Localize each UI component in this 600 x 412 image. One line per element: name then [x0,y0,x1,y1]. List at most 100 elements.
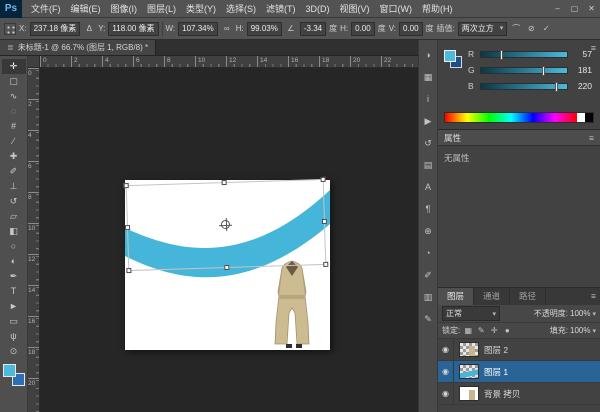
brush-presets-panel-icon[interactable]: ✐ [419,264,437,286]
blue-slider[interactable] [480,83,568,90]
history-panel-icon[interactable]: ↺ [419,132,437,154]
crop-tool[interactable]: # [2,119,26,134]
channels-panel-icon[interactable]: ▥ [419,286,437,308]
visibility-eye-icon[interactable]: ◉ [438,339,454,360]
transform-handle-top-left[interactable] [124,183,129,188]
timeline-panel-icon[interactable]: ◔ [419,242,437,264]
menu-select[interactable]: 选择(S) [221,0,261,18]
foreground-color-indicator[interactable] [444,50,456,62]
marquee-tool[interactable]: ▢ [2,74,26,89]
menu-edit[interactable]: 编辑(E) [66,0,106,18]
transform-handle-middle-left[interactable] [125,225,130,230]
clone-stamp-tool[interactable]: ⊥ [2,179,26,194]
transform-handle-bottom-left[interactable] [126,268,131,273]
properties-panel-icon[interactable]: ▤ [419,154,437,176]
history-brush-tool[interactable]: ↺ [2,194,26,209]
quick-selection-tool[interactable]: ◌ [2,104,26,119]
cancel-transform-icon[interactable]: ⊘ [525,24,537,33]
maximize-button[interactable]: ▢ [566,0,583,18]
layer-name[interactable]: 图层 1 [484,366,508,378]
styles-panel-icon[interactable]: ▦ [419,66,437,88]
transform-bounding-box[interactable] [126,179,327,271]
color-spectrum-ramp[interactable] [444,112,594,123]
warp-mode-icon[interactable]: ⌒ [510,23,522,34]
green-value[interactable]: 181 [572,65,592,75]
gradient-tool[interactable]: ◧ [2,224,26,239]
horizontal-ruler[interactable]: 0 2 4 6 8 10 12 14 16 18 20 22 [40,56,418,68]
brush-tool[interactable]: ✐ [2,164,26,179]
panel-menu-icon[interactable]: ≡ [591,288,600,305]
pen-tool[interactable]: ✒ [2,269,26,284]
lasso-tool[interactable]: ∿ [2,89,26,104]
spectrum-gradient[interactable] [445,113,577,122]
menu-filter[interactable]: 滤镜(T) [261,0,301,18]
lock-image-pixels-icon[interactable]: ✎ [476,326,486,335]
close-button[interactable]: ✕ [583,0,600,18]
transform-handle-top-right[interactable] [321,177,326,182]
menu-image[interactable]: 图像(I) [106,0,143,18]
character-panel-icon[interactable]: A [419,176,437,198]
tab-layers[interactable]: 图层 [438,288,474,305]
canvas-area[interactable] [40,68,418,412]
interpolation-dropdown[interactable]: 两次立方 ▾ [458,22,508,36]
spectrum-white-swatch[interactable] [577,113,585,122]
lock-all-icon[interactable]: ● [502,326,512,335]
red-value[interactable]: 57 [572,49,592,59]
transform-handle-bottom-middle[interactable] [224,265,229,270]
h-skew-field[interactable]: 0.00 [351,22,375,36]
visibility-eye-icon[interactable]: ◉ [438,361,454,382]
transform-center-reference-icon[interactable] [221,220,230,229]
green-slider[interactable] [480,67,568,74]
lock-transparent-pixels-icon[interactable]: ▦ [463,326,473,335]
transform-handle-bottom-right[interactable] [323,262,328,267]
width-scale-field[interactable]: 107.34% [178,22,218,36]
lock-position-icon[interactable]: ✛ [489,326,499,335]
minimize-button[interactable]: – [549,0,566,18]
opacity-control[interactable]: 不透明度: 100% ▾ [534,308,596,319]
move-tool[interactable]: ✛ [2,59,26,74]
fill-value[interactable]: 100% [570,326,590,335]
reference-point-locator-icon[interactable] [4,23,16,35]
v-skew-field[interactable]: 0.00 [399,22,423,36]
menu-help[interactable]: 帮助(H) [417,0,458,18]
slider-knob[interactable] [500,50,503,60]
hand-tool[interactable]: ψ [2,329,26,344]
x-position-field[interactable]: 237.18 像素 [30,22,81,36]
rotate-angle-field[interactable]: -3.34 [300,22,326,36]
zoom-tool[interactable]: ⊙ [2,344,26,359]
foreground-color-swatch[interactable] [3,364,16,377]
blue-value[interactable]: 220 [572,81,592,91]
menu-type[interactable]: 类型(Y) [181,0,221,18]
y-position-field[interactable]: 118.00 像素 [108,22,158,36]
eraser-tool[interactable]: ▱ [2,209,26,224]
blend-mode-dropdown[interactable]: 正常 ▾ [442,306,500,321]
actions-panel-icon[interactable]: ▶ [419,110,437,132]
relative-position-icon[interactable]: Δ [83,24,95,33]
menu-3d[interactable]: 3D(D) [301,0,335,18]
menu-file[interactable]: 文件(F) [26,0,66,18]
tab-paths[interactable]: 路径 [510,288,546,305]
document-tab[interactable]: ≣ 未标题-1 @ 66.7% (图层 1, RGB/8) * [0,40,156,55]
blur-tool[interactable]: ○ [2,239,26,254]
layer-name[interactable]: 背景 拷贝 [484,388,520,400]
menu-view[interactable]: 视图(V) [335,0,375,18]
vertical-ruler[interactable]: 0 2 4 6 8 10 12 14 16 18 20 [28,68,40,412]
fill-control[interactable]: 填充: 100% ▾ [550,325,596,336]
commit-transform-icon[interactable]: ✓ [540,24,552,33]
slider-knob[interactable] [542,66,545,76]
layer-name[interactable]: 图层 2 [484,344,508,356]
clone-source-panel-icon[interactable]: ⊕ [419,220,437,242]
info-panel-icon[interactable]: i [419,88,437,110]
slider-knob[interactable] [555,82,558,92]
paragraph-panel-icon[interactable]: ¶ [419,198,437,220]
spectrum-black-swatch[interactable] [585,113,593,122]
eyedropper-tool[interactable]: ∕ [2,134,26,149]
visibility-eye-icon[interactable]: ◉ [438,383,454,404]
dodge-tool[interactable]: ◐ [2,254,26,269]
shape-tool[interactable]: ▭ [2,314,26,329]
notes-panel-icon[interactable]: ✎ [419,308,437,330]
height-scale-field[interactable]: 99.03% [247,22,282,36]
layer-row-layer1-selected[interactable]: ◉ 图层 1 [438,361,600,383]
transform-handle-top-middle[interactable] [222,180,227,185]
healing-brush-tool[interactable]: ✚ [2,149,26,164]
